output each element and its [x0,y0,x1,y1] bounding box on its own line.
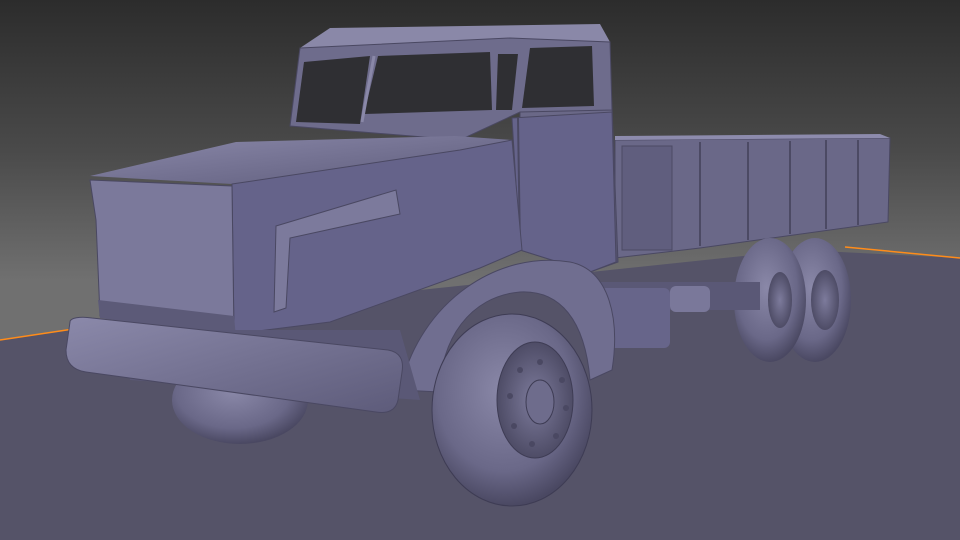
step-box [670,286,710,312]
cargo-bed-front-panel [621,145,673,251]
rear-wheel-hub-inner [768,272,792,328]
3d-viewport[interactable] [0,0,960,540]
rear-wheel-hub [811,270,839,330]
windshield-right [364,52,492,114]
side-window [522,46,594,108]
front-wheel-hub-cap [525,379,555,425]
cab-door [511,111,617,273]
viewport-canvas[interactable] [0,0,960,540]
windshield-left [296,56,370,124]
